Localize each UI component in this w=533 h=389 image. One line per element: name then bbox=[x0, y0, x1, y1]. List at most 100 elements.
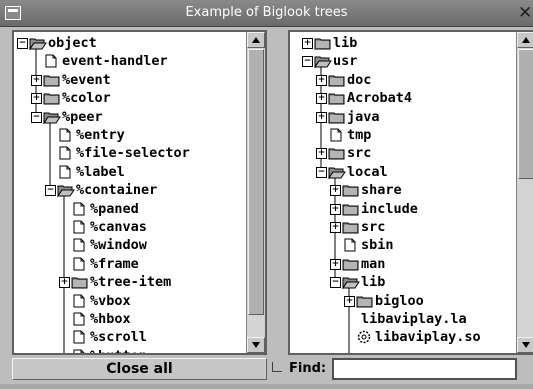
tree-item-label: libaviplay.so bbox=[375, 329, 481, 346]
right-scrollbar[interactable] bbox=[516, 32, 533, 353]
tree-item-label: object bbox=[48, 35, 97, 51]
collapse-icon[interactable]: − bbox=[31, 111, 42, 123]
folder-icon bbox=[328, 89, 346, 107]
expand-icon[interactable]: + bbox=[316, 93, 327, 105]
expand-icon[interactable]: + bbox=[344, 295, 355, 307]
tree-item-label: %paned bbox=[90, 200, 139, 217]
left-tree-panel: − object event-handler + %event + %color − %peer… bbox=[12, 30, 267, 355]
window-title: Example of Biglook trees bbox=[185, 5, 348, 20]
tree-item-label: usr bbox=[333, 53, 358, 70]
collapse-icon[interactable]: − bbox=[330, 277, 341, 289]
folder-icon bbox=[328, 108, 346, 126]
folder-icon bbox=[43, 71, 61, 89]
folder-icon bbox=[328, 71, 346, 89]
folder-icon bbox=[356, 292, 374, 310]
tree-item-label: %file-selector bbox=[76, 145, 190, 162]
tree-item-label: java bbox=[347, 108, 380, 125]
folder-icon bbox=[71, 273, 89, 291]
close-all-button[interactable]: Close all bbox=[12, 358, 267, 380]
tree-item-label: sbin bbox=[361, 237, 394, 254]
scroll-up-button[interactable] bbox=[247, 32, 265, 48]
tree-item-label: bigloo bbox=[375, 292, 424, 309]
collapse-icon[interactable]: − bbox=[17, 38, 28, 49]
folder-icon bbox=[328, 144, 346, 162]
open-folder-icon bbox=[328, 163, 346, 181]
close-window-icon[interactable]: ✕ bbox=[518, 3, 533, 23]
expand-icon[interactable]: + bbox=[330, 258, 341, 270]
find-toggle[interactable] bbox=[272, 362, 282, 372]
file-icon bbox=[43, 52, 61, 70]
tree-item-label: include bbox=[361, 200, 418, 217]
tree-item-label: tmp bbox=[347, 127, 372, 143]
tree-item-label: %vbox bbox=[90, 292, 131, 309]
tree-item-label: doc bbox=[347, 71, 372, 88]
tree-item-label: event-handler bbox=[62, 53, 168, 70]
scroll-down-button[interactable] bbox=[517, 337, 533, 353]
expand-icon[interactable]: + bbox=[330, 185, 341, 197]
tree-item-label: %canvas bbox=[90, 219, 147, 235]
open-folder-icon bbox=[342, 273, 360, 291]
tree-item-label: %window bbox=[90, 237, 147, 254]
class-tree: − object event-handler + %event + %color − %peer… bbox=[14, 32, 245, 353]
scroll-thumb[interactable] bbox=[248, 49, 264, 315]
tree-item-label: %entry bbox=[76, 127, 125, 143]
folder-icon bbox=[342, 181, 360, 199]
file-icon bbox=[342, 236, 360, 254]
open-folder-icon bbox=[29, 34, 47, 52]
expand-icon[interactable]: + bbox=[316, 74, 327, 86]
tree-item-label: src bbox=[361, 219, 386, 235]
tree-item-label: %button bbox=[90, 347, 147, 353]
collapse-icon[interactable]: − bbox=[316, 166, 327, 178]
folder-icon bbox=[43, 89, 61, 107]
tree-item-label: share bbox=[361, 182, 402, 199]
folder-icon bbox=[342, 200, 360, 218]
folder-icon bbox=[342, 218, 360, 236]
tree-item-label: %container bbox=[76, 182, 158, 199]
tree-item-label: lib bbox=[333, 35, 358, 51]
tree-item-label: %label bbox=[76, 163, 125, 180]
find-input[interactable] bbox=[332, 358, 517, 380]
gear-icon bbox=[356, 328, 374, 346]
tree-item-label: %hbox bbox=[90, 311, 131, 327]
find-label: Find: bbox=[289, 361, 327, 376]
folder-icon bbox=[342, 255, 360, 273]
tree-item-label: src bbox=[347, 145, 372, 162]
left-scrollbar[interactable] bbox=[246, 32, 265, 353]
file-icon bbox=[71, 236, 89, 254]
expand-icon[interactable]: + bbox=[31, 93, 42, 105]
collapse-icon[interactable]: − bbox=[302, 56, 313, 68]
scroll-up-button[interactable] bbox=[517, 32, 533, 48]
directory-tree: + lib − usr + doc + Acrobat4 + java tmp + src − local +… bbox=[290, 32, 513, 353]
right-tree-panel: + lib − usr + doc + Acrobat4 + java tmp + src − local +… bbox=[288, 30, 533, 355]
open-folder-icon bbox=[57, 181, 75, 199]
open-folder-icon bbox=[314, 52, 332, 70]
collapse-icon[interactable]: − bbox=[45, 185, 56, 197]
scroll-thumb[interactable] bbox=[518, 49, 533, 179]
file-icon bbox=[71, 310, 89, 328]
expand-icon[interactable]: + bbox=[59, 277, 70, 289]
scroll-down-button[interactable] bbox=[247, 337, 265, 353]
expand-icon[interactable]: + bbox=[316, 111, 327, 123]
tree-item-label: libaviplay.la bbox=[361, 311, 467, 327]
tree-item-label: %peer bbox=[62, 108, 103, 125]
title-bar: Example of Biglook trees ✕ bbox=[0, 0, 533, 27]
expand-icon[interactable]: + bbox=[330, 222, 341, 233]
expand-icon[interactable]: + bbox=[330, 203, 341, 215]
tree-item-label: local bbox=[347, 163, 388, 180]
file-icon bbox=[328, 126, 346, 144]
tree-item-label: Acrobat4 bbox=[347, 90, 413, 107]
open-folder-icon bbox=[43, 108, 61, 126]
expand-icon[interactable]: + bbox=[316, 148, 327, 160]
tree-item-label: %event bbox=[62, 71, 111, 88]
tree-item-label: %tree-item bbox=[90, 274, 172, 291]
file-icon bbox=[71, 218, 89, 236]
tree-item-label: %color bbox=[62, 90, 111, 107]
file-icon bbox=[57, 163, 75, 181]
folder-icon bbox=[314, 34, 332, 52]
file-icon bbox=[57, 144, 75, 162]
expand-icon[interactable]: + bbox=[31, 74, 42, 86]
file-icon bbox=[71, 347, 89, 353]
expand-icon[interactable]: + bbox=[302, 38, 313, 49]
file-icon bbox=[71, 255, 89, 273]
tree-item-label: %scroll bbox=[90, 329, 147, 346]
